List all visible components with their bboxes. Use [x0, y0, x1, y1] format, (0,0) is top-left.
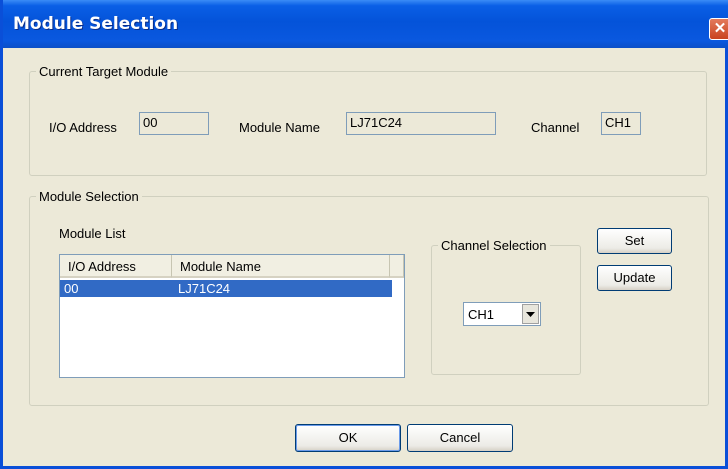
close-icon: ✕	[713, 20, 727, 37]
set-button[interactable]: Set	[597, 228, 672, 254]
module-list-header: I/O Address Module Name	[60, 255, 404, 278]
module-list[interactable]: I/O Address Module Name 00 LJ71C24	[59, 254, 405, 378]
list-item-io-address: 00	[64, 281, 79, 296]
column-header-filler	[390, 255, 404, 278]
module-selection-legend: Module Selection	[39, 189, 139, 204]
dialog-title: Module Selection	[13, 14, 179, 34]
channel-selection-legend: Channel Selection	[441, 238, 547, 253]
list-item[interactable]: 00 LJ71C24	[60, 280, 392, 297]
module-list-label: Module List	[59, 226, 126, 241]
module-name-field: LJ71C24	[346, 112, 496, 135]
close-button[interactable]: ✕	[709, 18, 728, 40]
column-header-io-address[interactable]: I/O Address	[60, 255, 172, 278]
ok-button[interactable]: OK	[295, 424, 401, 452]
dropdown-arrow-icon[interactable]	[522, 304, 539, 324]
channel-select[interactable]: CH1	[463, 302, 541, 326]
title-bar[interactable]: Module Selection ✕	[3, 0, 728, 48]
module-selection-dialog: Module Selection ✕ Current Target Module…	[0, 0, 728, 469]
list-item-module-name: LJ71C24	[178, 281, 231, 296]
current-target-module-legend: Current Target Module	[39, 64, 169, 79]
cancel-button[interactable]: Cancel	[407, 424, 513, 452]
column-header-module-name[interactable]: Module Name	[172, 255, 390, 278]
channel-select-value: CH1	[468, 307, 495, 322]
io-address-label: I/O Address	[49, 120, 117, 135]
module-name-label: Module Name	[239, 120, 320, 135]
io-address-field: 00	[139, 112, 209, 135]
update-button[interactable]: Update	[597, 265, 672, 291]
channel-field: CH1	[601, 112, 641, 135]
channel-label: Channel	[531, 120, 580, 135]
